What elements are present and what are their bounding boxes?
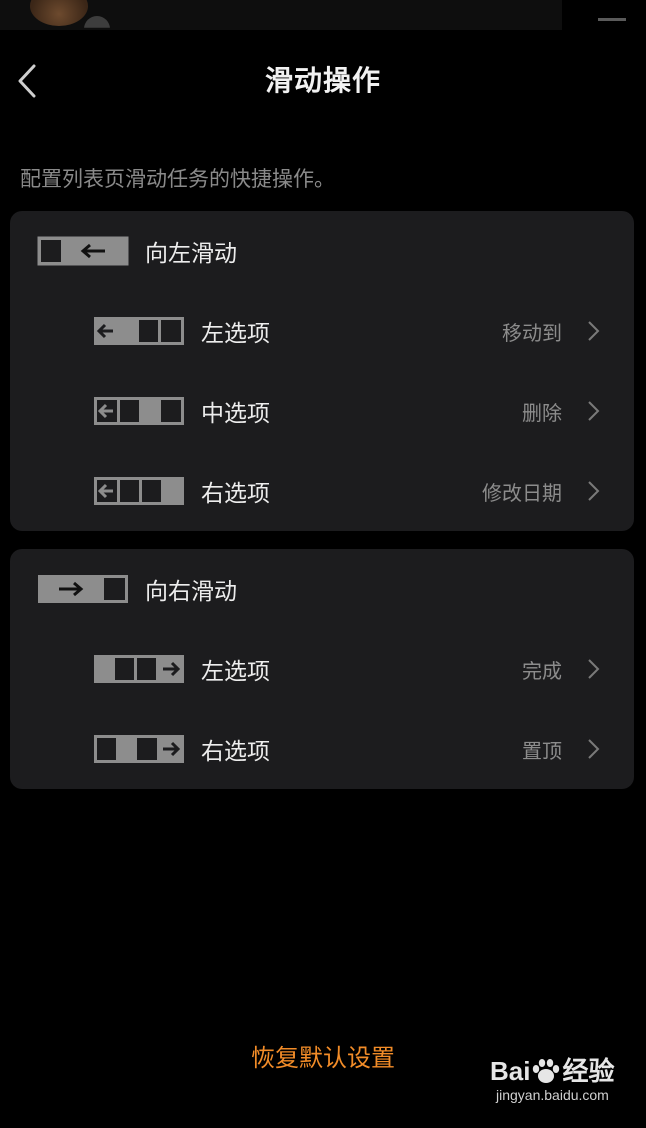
baidu-jingyan-watermark: Bai 经验 jingyan.baidu.com (490, 1056, 620, 1116)
swipe-left-header: 向左滑动 (10, 211, 634, 291)
option-right-glyph-icon (93, 476, 185, 506)
watermark-url: jingyan.baidu.com (496, 1087, 609, 1103)
page-description: 配置列表页滑动任务的快捷操作。 (20, 167, 335, 191)
option-value: 删除 (522, 400, 562, 425)
option-label: 右选项 (201, 739, 270, 765)
chevron-right-icon (586, 658, 600, 680)
swipe-left-card: 向左滑动 左选项 移动到 中选项 删除 右选项 修改日期 (10, 211, 634, 531)
option-value: 置顶 (522, 738, 562, 763)
option-value: 修改日期 (482, 480, 562, 505)
chevron-right-icon (586, 738, 600, 760)
chevron-right-icon (586, 320, 600, 342)
underlying-app-strip (0, 0, 562, 30)
menu-icon (598, 18, 626, 21)
swipe-left-label: 向左滑动 (145, 241, 237, 267)
swipe-right-option-right[interactable]: 右选项 置顶 (10, 709, 634, 789)
swipe-left-option-right[interactable]: 右选项 修改日期 (10, 451, 634, 531)
swipe-right-header: 向右滑动 (10, 549, 634, 629)
paw-icon (531, 1058, 561, 1084)
option-right-glyph-icon (93, 734, 185, 764)
swipe-actions-screen: 滑动操作 配置列表页滑动任务的快捷操作。 向左滑动 左选项 移动到 中选项 删除… (0, 0, 646, 1128)
chevron-right-icon (586, 480, 600, 502)
watermark-logo-right: 经验 (562, 1056, 615, 1086)
option-value: 移动到 (502, 320, 562, 345)
option-middle-glyph-icon (93, 396, 185, 426)
avatar (30, 0, 88, 26)
option-label: 中选项 (201, 401, 270, 427)
option-label: 左选项 (201, 321, 270, 347)
swipe-right-label: 向右滑动 (145, 579, 237, 605)
page-title: 滑动操作 (264, 64, 381, 97)
watermark-logo: Bai 经验 (490, 1056, 620, 1086)
swipe-right-option-left[interactable]: 左选项 完成 (10, 629, 634, 709)
option-value: 完成 (522, 658, 562, 683)
watermark-logo-left: Bai (490, 1056, 531, 1086)
swipe-right-icon (37, 574, 129, 604)
option-left-glyph-icon (93, 316, 185, 346)
option-label: 右选项 (201, 481, 270, 507)
option-label: 左选项 (201, 659, 270, 685)
chevron-right-icon (586, 400, 600, 422)
option-left-glyph-icon (93, 654, 185, 684)
swipe-left-icon (37, 236, 129, 266)
swipe-left-option-middle[interactable]: 中选项 删除 (10, 371, 634, 451)
swipe-right-card: 向右滑动 左选项 完成 右选项 置顶 (10, 549, 634, 789)
swipe-left-option-left[interactable]: 左选项 移动到 (10, 291, 634, 371)
